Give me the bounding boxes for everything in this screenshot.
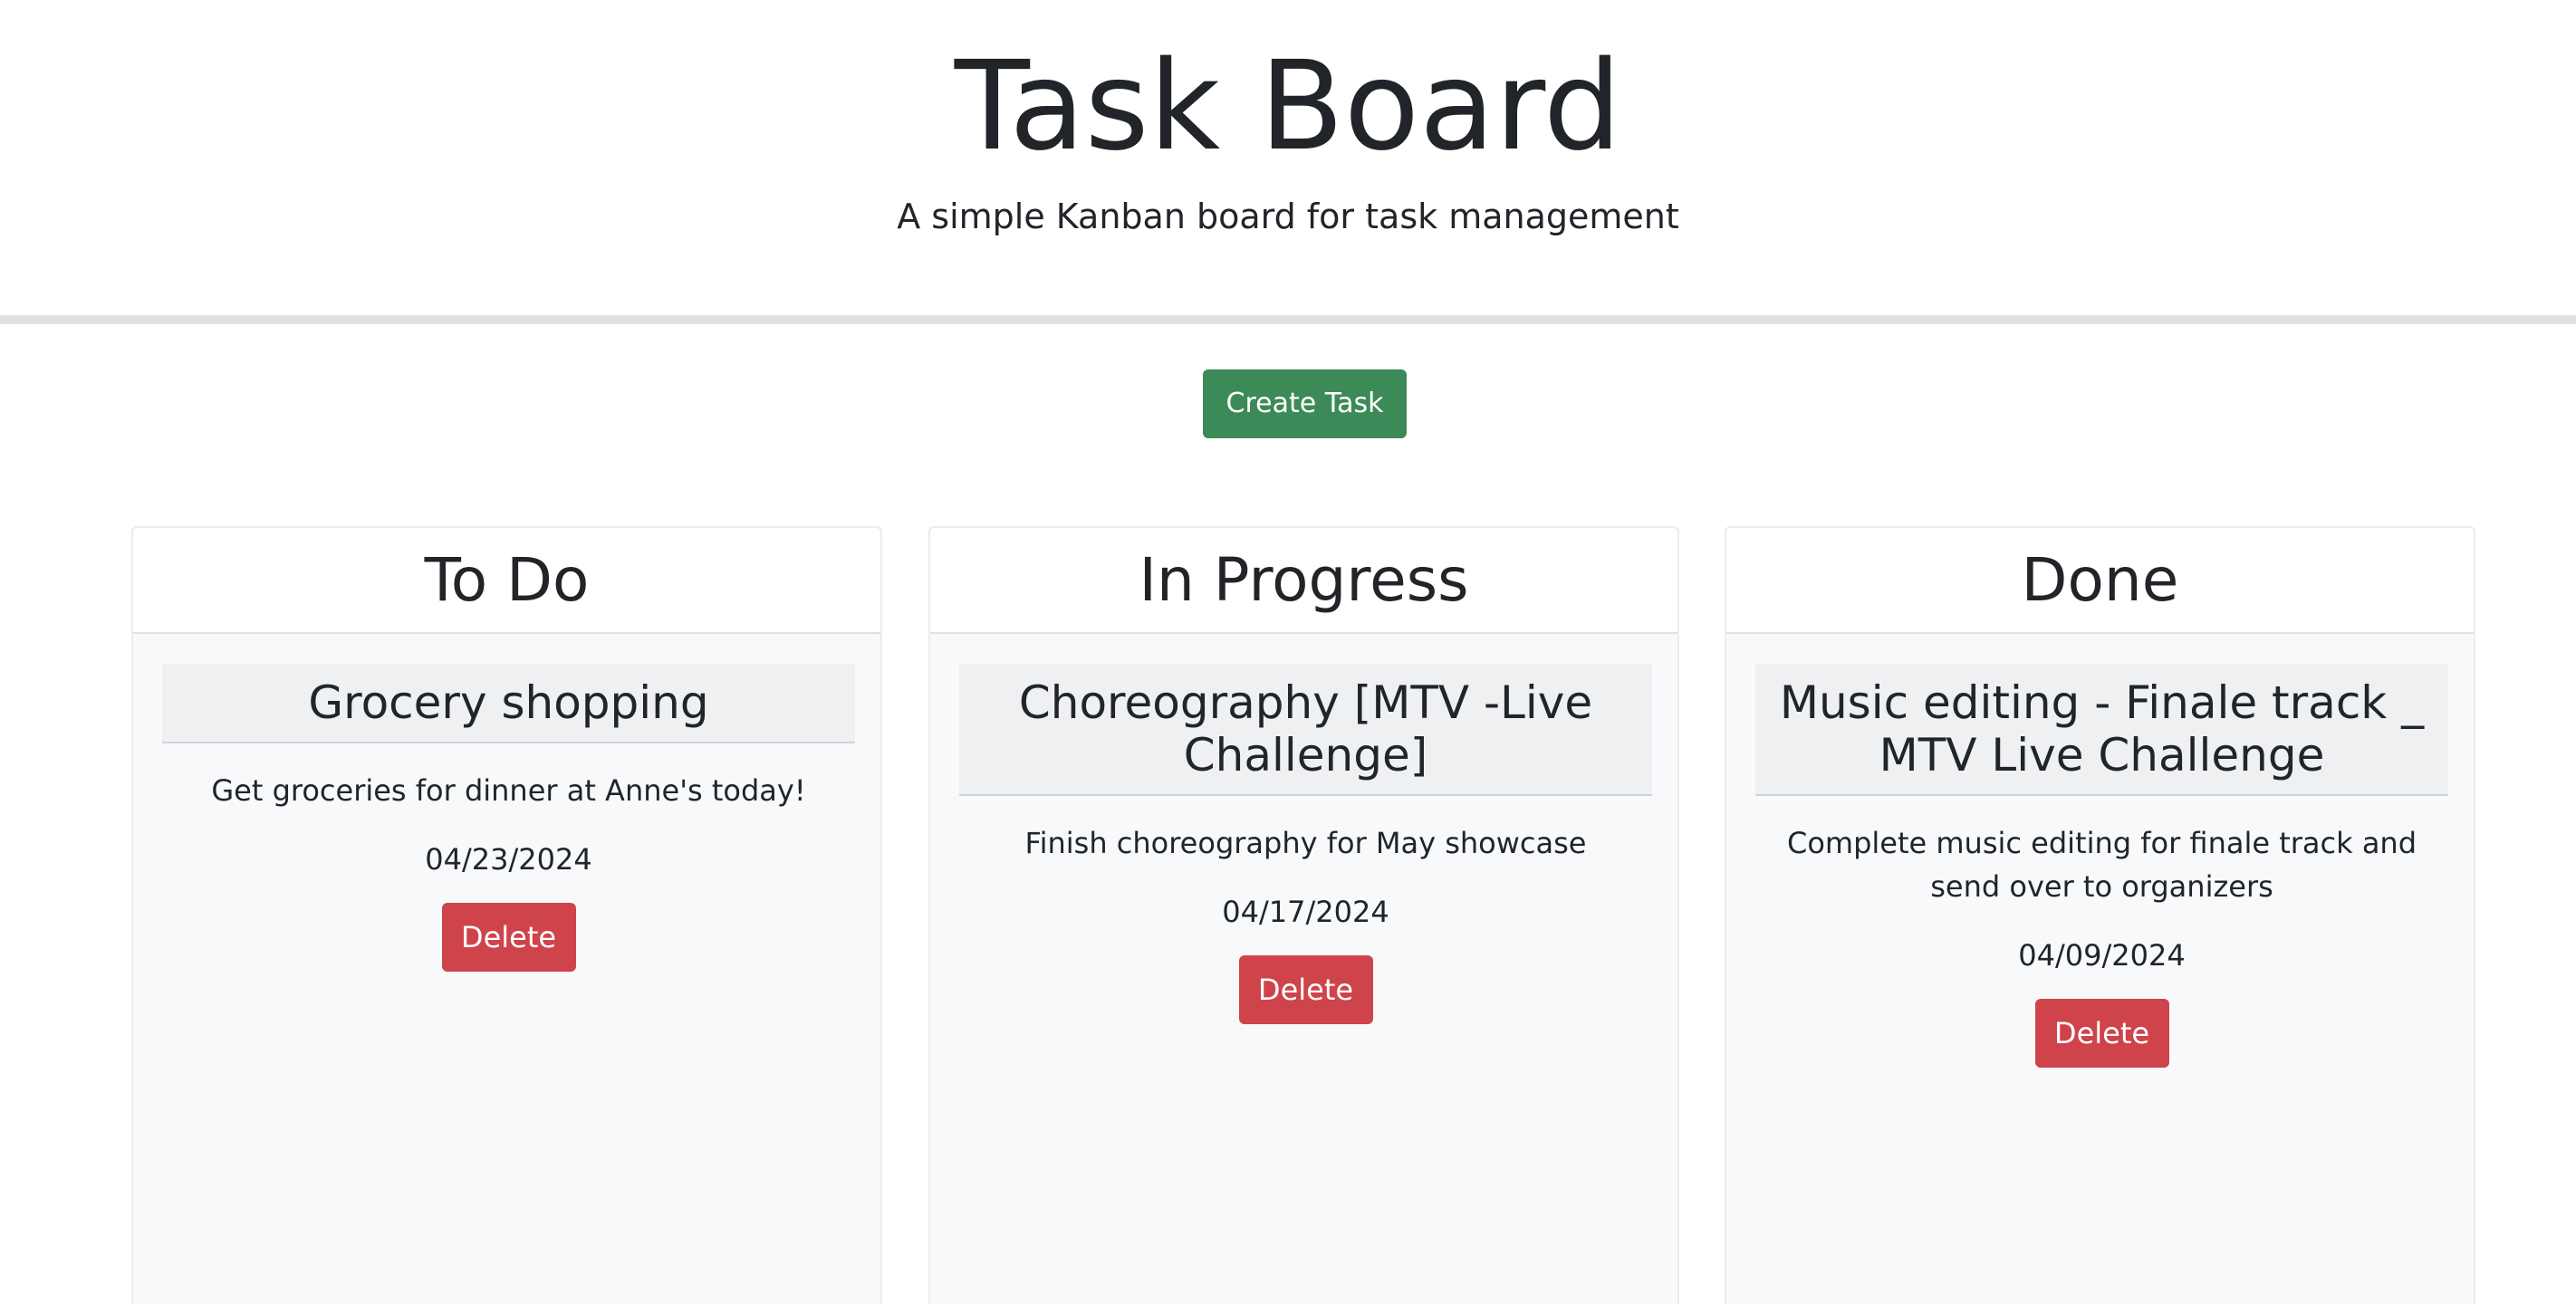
task-title: Grocery shopping [162, 664, 855, 743]
column-title: Done [1726, 528, 2474, 634]
task-title: Music editing - Finale track _ MTV Live … [1755, 664, 2448, 796]
column-title: To Do [133, 528, 880, 634]
column-to-do: To Do Grocery shopping Get groceries for… [131, 526, 882, 1304]
delete-button[interactable]: Delete [441, 903, 576, 972]
column-done: Done Music editing - Finale track _ MTV … [1725, 526, 2475, 1304]
delete-button[interactable]: Delete [1238, 955, 1373, 1024]
column-in-progress: In Progress Choreography [MTV -Live Chal… [928, 526, 1679, 1304]
delete-button[interactable]: Delete [2034, 999, 2169, 1068]
create-task-button[interactable]: Create Task [1203, 369, 1407, 438]
task-description: Complete music editing for finale track … [1786, 826, 2417, 904]
task-card[interactable]: Choreography [MTV -Live Challenge] Finis… [959, 664, 1652, 1024]
task-card[interactable]: Grocery shopping Get groceries for dinne… [162, 664, 855, 972]
page-subtitle: A simple Kanban board for task managemen… [897, 197, 1679, 236]
task-due-date: 04/23/2024 [425, 842, 592, 877]
task-due-date: 04/17/2024 [1222, 895, 1389, 929]
task-description: Get groceries for dinner at Anne's today… [211, 773, 806, 808]
task-title: Choreography [MTV -Live Challenge] [959, 664, 1652, 796]
page-header: Task Board A simple Kanban board for tas… [0, 0, 2576, 315]
header-divider [0, 315, 2576, 324]
task-card[interactable]: Music editing - Finale track _ MTV Live … [1755, 664, 2448, 1068]
page-title: Task Board [954, 35, 1622, 178]
task-description: Finish choreography for May showcase [1024, 826, 1587, 860]
column-title: In Progress [930, 528, 1677, 634]
task-due-date: 04/09/2024 [2018, 938, 2186, 973]
